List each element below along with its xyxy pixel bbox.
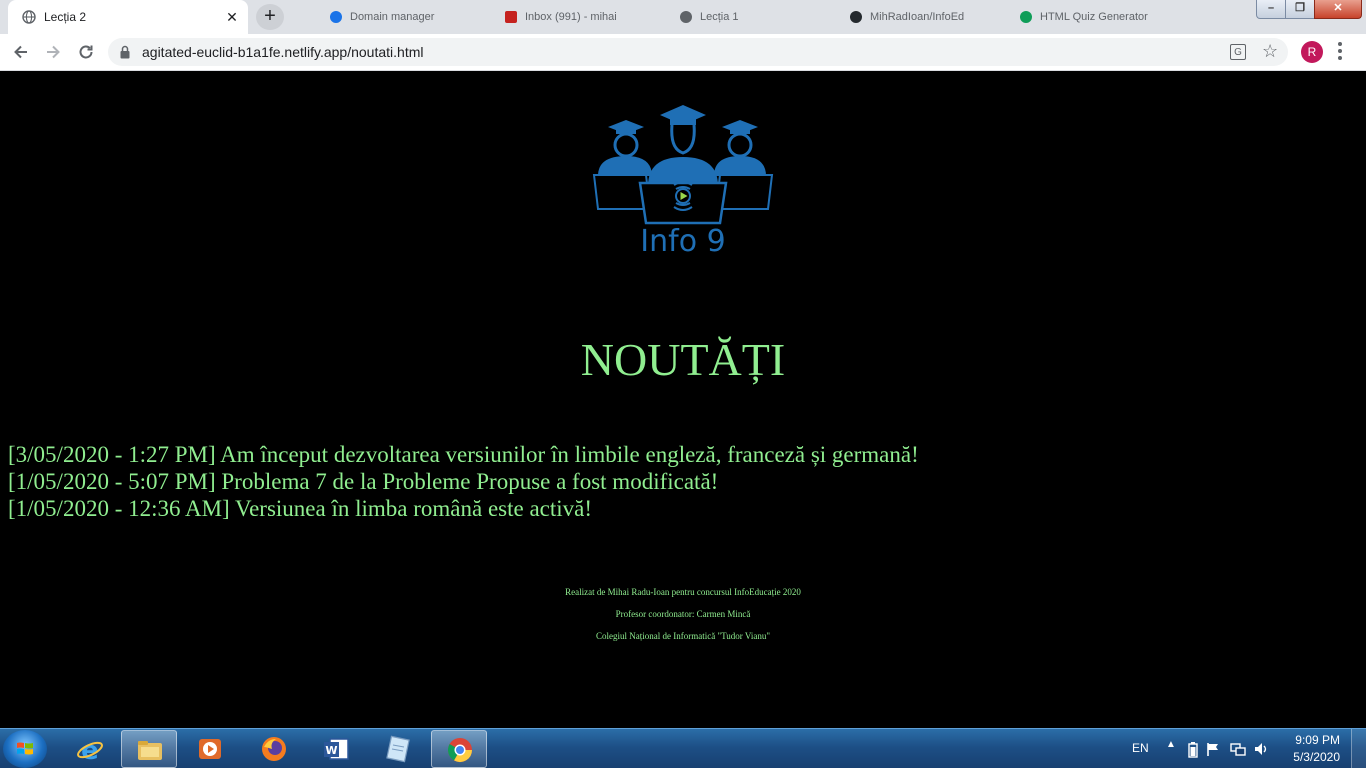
footer-coordinator: Profesor coordonator: Carmen Mincă [615, 609, 751, 619]
back-button[interactable] [10, 41, 32, 63]
new-tab-button[interactable]: + [256, 4, 284, 30]
start-button[interactable] [3, 730, 47, 768]
network-icon[interactable] [1230, 742, 1246, 756]
clock-date[interactable]: 5/3/2020 [1293, 750, 1340, 764]
chrome-icon [447, 738, 472, 763]
globe-icon [680, 11, 692, 24]
internet-explorer-icon: e [77, 736, 103, 763]
tab-strip: Lecția 2 ✕ + Domain manager Inbox (991) … [0, 0, 1366, 34]
tab-favicon-icon [1020, 11, 1032, 24]
svg-text:W: W [325, 744, 337, 757]
firefox-icon [262, 737, 286, 761]
windows-logo-icon [17, 742, 33, 755]
gmail-icon [505, 11, 517, 24]
browser-toolbar: agitated-euclid-b1a1fe.netlify.app/nouta… [0, 34, 1366, 71]
url-text: agitated-euclid-b1a1fe.netlify.app/nouta… [142, 44, 424, 60]
background-tab-1[interactable]: Domain manager [330, 5, 480, 29]
translate-icon[interactable]: G [1230, 44, 1246, 60]
news-list: [3/05/2020 - 1:27 PM] Am început dezvolt… [8, 441, 919, 522]
globe-icon [22, 10, 36, 24]
tab-close-icon[interactable]: ✕ [224, 9, 240, 25]
system-tray: EN ▲ 9:09 PM 5/3/2020 [1126, 729, 1366, 768]
windows-taskbar: e W EN ▲ 9:09 PM 5/3/2020 [0, 728, 1366, 768]
taskbar-notepad[interactable] [370, 730, 426, 768]
reload-button[interactable] [75, 41, 97, 63]
news-item: [3/05/2020 - 1:27 PM] Am început dezvolt… [8, 442, 919, 467]
maximize-button[interactable]: ❐ [1285, 0, 1315, 19]
github-icon [850, 11, 862, 24]
tab-title: Lecția 2 [44, 10, 87, 24]
minimize-icon: – [1267, 2, 1275, 14]
footer-school: Colegiul Național de Informatică "Tudor … [595, 631, 771, 641]
footer-author: Realizat de Mihai Radu-Ioan pentru concu… [565, 587, 801, 597]
restore-icon: ❐ [1295, 2, 1305, 14]
news-item: [1/05/2020 - 5:07 PM] Problema 7 de la P… [8, 469, 719, 494]
forward-button[interactable] [42, 41, 64, 63]
profile-avatar[interactable]: R [1301, 41, 1323, 63]
background-tab-3[interactable]: Lecția 1 [680, 5, 830, 29]
action-center-flag-icon[interactable] [1206, 742, 1220, 756]
minimize-button[interactable]: – [1256, 0, 1286, 19]
news-item: [1/05/2020 - 12:36 AM] Versiunea în limb… [8, 496, 593, 521]
logo-text: Info 9 [640, 224, 725, 259]
background-tab-5[interactable]: HTML Quiz Generator [1020, 5, 1170, 29]
page-title: NOUTĂȚI [580, 334, 786, 385]
media-player-icon [199, 739, 221, 759]
taskbar-firefox[interactable] [246, 730, 302, 768]
show-hidden-icons-icon[interactable]: ▲ [1166, 739, 1176, 750]
taskbar-internet-explorer[interactable]: e [62, 730, 118, 768]
tab-label: MihRadIoan/InfoEd [870, 11, 965, 23]
notepad-icon [386, 735, 410, 763]
show-desktop-button[interactable] [1351, 729, 1366, 768]
taskbar-file-explorer[interactable] [121, 730, 177, 768]
word-icon: W [324, 738, 349, 760]
background-tab-4[interactable]: MihRadIoan/InfoEd [850, 5, 1000, 29]
tab-label: Domain manager [350, 11, 435, 23]
clock-time[interactable]: 9:09 PM [1295, 733, 1340, 747]
bookmark-star-icon[interactable]: ☆ [1262, 41, 1278, 62]
volume-icon[interactable] [1254, 742, 1270, 756]
taskbar-media-player[interactable] [182, 730, 238, 768]
file-explorer-icon [138, 741, 162, 760]
taskbar-word[interactable]: W [308, 730, 364, 768]
forward-arrow-icon [47, 45, 60, 59]
page-content: Info 9 NOUTĂȚI [3/05/2020 - 1:27 PM] Am … [0, 71, 1366, 728]
tab-label: HTML Quiz Generator [1040, 11, 1148, 23]
close-icon: ✕ [1333, 2, 1343, 14]
battery-icon[interactable] [1188, 742, 1198, 758]
language-indicator[interactable]: EN [1132, 741, 1149, 755]
tab-active[interactable]: Lecția 2 ✕ [8, 0, 248, 34]
page-footer: Realizat de Mihai Radu-Ioan pentru concu… [0, 587, 1366, 653]
tab-label: Lecția 1 [700, 11, 739, 23]
lock-icon [120, 45, 130, 59]
background-tab-2[interactable]: Inbox (991) - mihai [505, 5, 655, 29]
back-arrow-icon [14, 45, 27, 59]
tab-label: Inbox (991) - mihai [525, 11, 617, 23]
window-controls: – ❐ ✕ [1256, 0, 1366, 20]
address-bar[interactable]: agitated-euclid-b1a1fe.netlify.app/nouta… [108, 38, 1288, 66]
tab-favicon-icon [330, 11, 342, 24]
reload-icon [79, 45, 93, 59]
svg-text:e: e [81, 736, 99, 763]
more-menu-icon[interactable] [1338, 42, 1342, 62]
close-window-button[interactable]: ✕ [1314, 0, 1362, 19]
info9-logo: Info 9 [592, 105, 774, 259]
taskbar-chrome[interactable] [431, 730, 487, 768]
